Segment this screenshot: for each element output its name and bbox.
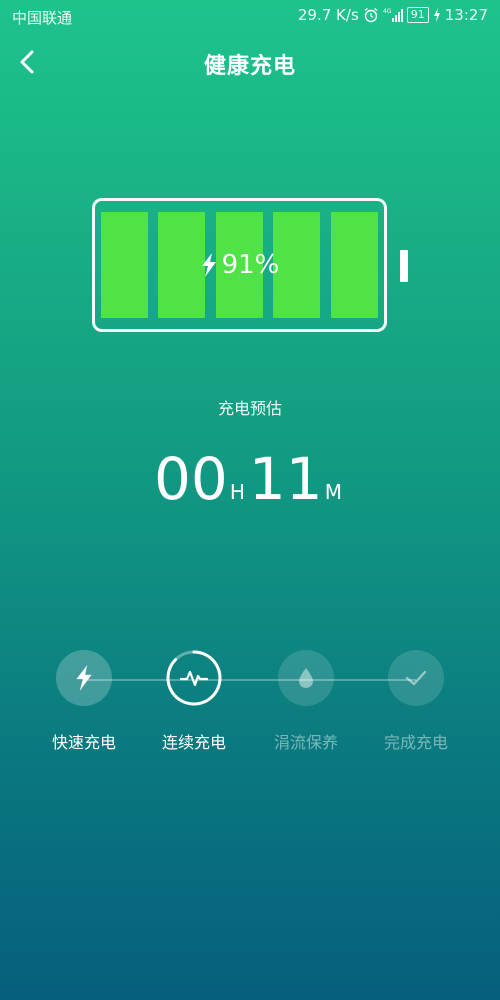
step-label: 连续充电 (161, 733, 226, 752)
step-trickle-maintenance: 涓流保养 (256, 650, 356, 753)
clock: 13:27 (444, 6, 488, 24)
droplet-icon (299, 668, 313, 688)
step-continuous-charge: 连续充电 (144, 650, 244, 753)
page-title: 健康充电 (203, 54, 296, 79)
step-label: 涓流保养 (273, 733, 338, 752)
step-circle (278, 650, 334, 706)
estimate-time: 00 H11 M (0, 444, 500, 514)
step-circle-current (166, 650, 222, 706)
step-fast-charge: 快速充电 (34, 650, 134, 753)
step-label: 完成充电 (383, 733, 448, 752)
pulse-icon (179, 670, 209, 687)
status-bar: 中国联通 29.7 K/s 4G 91 13:27 (0, 0, 500, 34)
battery-percent: 91% (221, 250, 280, 280)
carrier-name: 中国联通 (12, 9, 73, 27)
step-charge-complete: 完成充电 (366, 650, 466, 753)
battery-tip (400, 250, 408, 282)
network-type: 4G (383, 8, 392, 15)
header: 健康充电 (0, 34, 500, 90)
signal-icon: 4G (383, 8, 403, 22)
lightning-icon (76, 665, 92, 691)
battery-level: 91% (92, 198, 387, 332)
network-speed: 29.7 K/s (297, 6, 359, 24)
alarm-icon (364, 7, 378, 23)
hours-unit: H (229, 480, 245, 504)
estimate-minutes: 11 (248, 445, 323, 513)
charging-icon (433, 8, 440, 22)
step-circle (56, 650, 112, 706)
lightning-icon (201, 253, 216, 277)
minutes-unit: M (324, 480, 342, 504)
estimate-hours: 00 (154, 445, 228, 513)
step-circle (388, 650, 444, 706)
battery-indicator: 91 (406, 7, 429, 23)
check-icon (405, 670, 427, 686)
step-label: 快速充电 (51, 733, 116, 752)
estimate-label: 充电预估 (217, 399, 282, 418)
status-icons: 29.7 K/s 4G 91 13:27 (298, 6, 488, 24)
